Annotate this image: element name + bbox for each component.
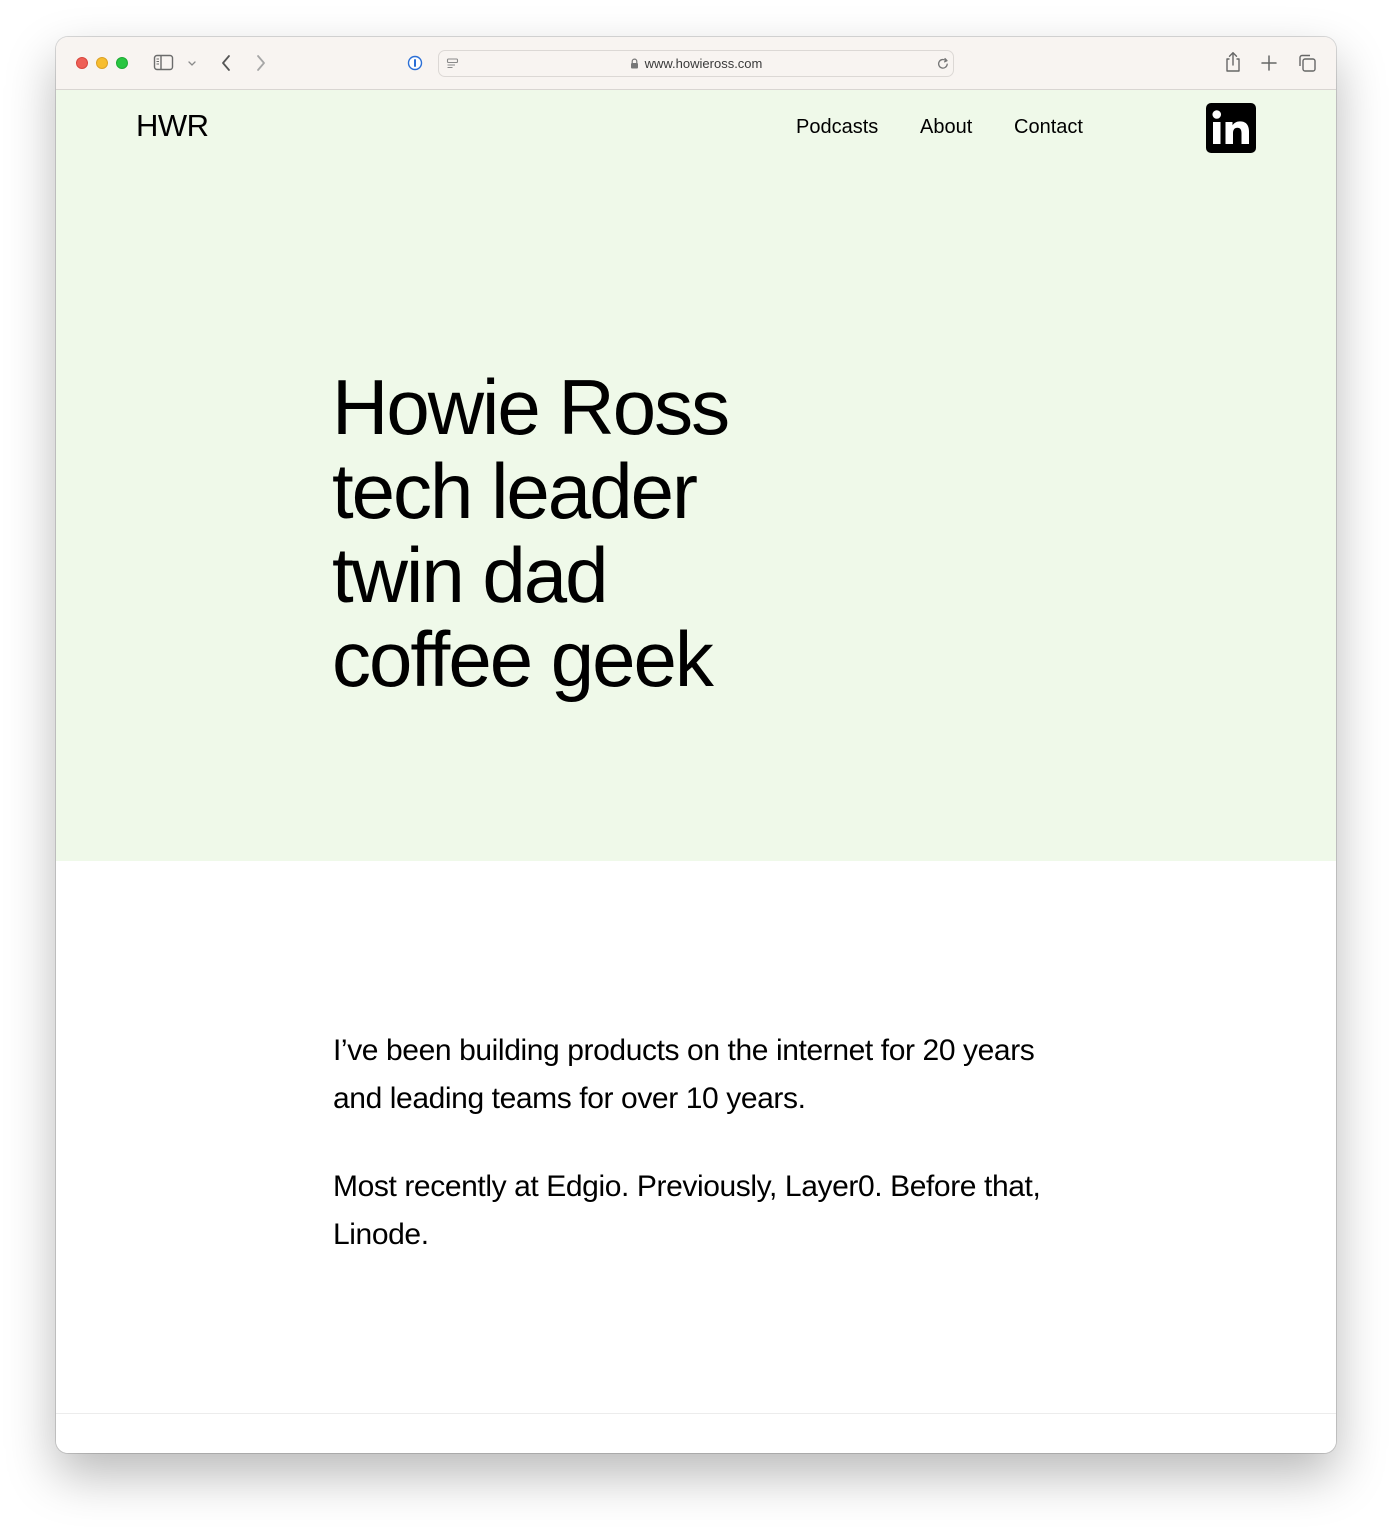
nav-link-podcasts[interactable]: Podcasts [796,116,878,139]
close-window-button[interactable] [76,57,88,69]
web-page: HWR Podcasts About Contact Howie Ross te… [56,90,1336,1453]
hero-line: twin dad [332,531,609,619]
hero-section: HWR Podcasts About Contact Howie Ross te… [56,90,1336,861]
minimize-window-button[interactable] [96,57,108,69]
tabs-overview-icon[interactable] [1297,53,1317,73]
browser-toolbar: www.howieross.com [56,37,1336,90]
share-icon[interactable] [1223,51,1243,73]
linkedin-icon[interactable] [1206,103,1256,153]
linkedin-glyph [1212,110,1249,144]
url-value: www.howieross.com [644,56,763,71]
zoom-window-button[interactable] [116,57,128,69]
nav-link-contact[interactable]: Contact [1014,116,1083,139]
url-text: www.howieross.com [439,56,953,71]
chevron-down-icon[interactable] [187,60,197,67]
forward-icon[interactable] [254,53,268,73]
lock-icon [630,58,638,69]
bio-paragraph: I’ve been building products on the inter… [333,1034,1035,1115]
address-bar[interactable]: www.howieross.com [438,50,954,77]
bio-paragraph: Most recently at Edgio. Previously, Laye… [333,1170,1041,1251]
back-icon[interactable] [219,53,233,73]
sidebar-icon[interactable] [153,54,175,72]
hero-line: tech leader [332,447,698,535]
reload-icon[interactable] [936,57,950,71]
browser-window: www.howieross.com HWR Podcasts About Con… [56,37,1336,1453]
nav-link-about[interactable]: About [920,116,972,139]
footer-divider [56,1413,1336,1414]
site-logo[interactable]: HWR [136,108,209,144]
new-tab-icon[interactable] [1260,54,1278,72]
hero-line: coffee geek [332,615,714,703]
password-icon[interactable] [407,55,423,71]
hero-line: Howie Ross [332,363,730,451]
hero-headline: Howie Ross tech leader twin dad coffee g… [332,363,730,703]
